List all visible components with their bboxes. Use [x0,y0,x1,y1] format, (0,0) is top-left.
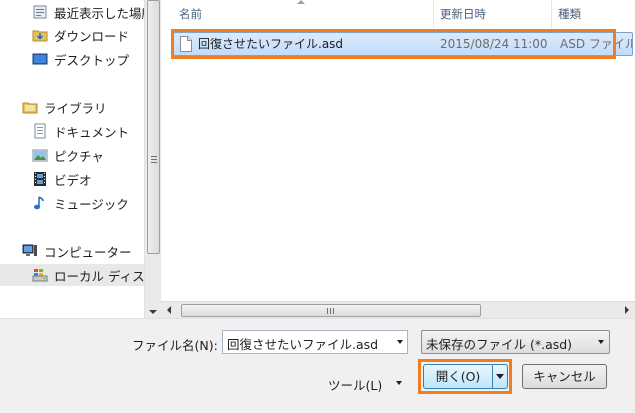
file-list: 名前 更新日時 種類 回復させたいファイル.asd 2015/08/24 11:… [161,0,635,318]
library-icon [22,99,38,115]
chevron-down-icon [496,374,504,379]
downloads-folder-icon [32,27,48,43]
open-button-label: 開く(O) [435,369,481,384]
file-row[interactable]: 回復させたいファイル.asd 2015/08/24 11:00 ASD ファイル [173,32,633,56]
scrollbar-thumb[interactable] [181,304,481,317]
filename-value: 回復させたいファイル.asd [227,337,379,352]
sidebar-item-label: ローカル ディスク [54,268,144,284]
filename-history-dropdown-icon[interactable] [397,340,403,344]
sidebar-item-label: コンピューター [44,244,132,260]
sidebar-vertical-scrollbar[interactable] [144,0,161,318]
file-name: 回復させたいファイル.asd [198,37,344,51]
column-header: 名前 更新日時 種類 [161,0,635,28]
sidebar-item-local-disk[interactable]: ローカル ディスク [0,264,144,286]
filetype-value: 未保存のファイル (*.asd) [426,337,573,352]
cancel-button-label: キャンセル [533,369,596,384]
videos-icon [32,171,48,187]
chevron-down-icon [396,381,402,385]
open-options-dropdown-button[interactable] [492,364,508,389]
sidebar-item-music[interactable]: ミュージック [0,192,144,214]
filetype-select[interactable]: 未保存のファイル (*.asd) [421,330,610,354]
local-disk-icon [32,267,48,283]
pictures-icon [32,147,48,163]
sidebar-item-recent-places[interactable]: 最近表示した場所 [0,1,144,23]
sidebar-item-label: ダウンロード [54,28,130,44]
file-list-horizontal-scrollbar[interactable] [161,301,635,318]
sidebar-item-label: ライブラリ [44,100,107,116]
sidebar-item-label: ドキュメント [54,124,130,140]
scroll-right-arrow-icon[interactable] [625,306,629,314]
filename-input[interactable]: 回復させたいファイル.asd [222,330,408,354]
scroll-left-arrow-icon[interactable] [167,306,171,314]
cancel-button[interactable]: キャンセル [522,364,607,389]
file-icon [180,36,192,55]
chevron-down-icon [598,340,604,344]
sidebar-item-desktop[interactable]: デスクトップ [0,48,144,70]
desktop-icon [32,51,48,67]
column-header-name[interactable]: 名前 [179,0,433,28]
file-type: ASD ファイル [560,37,632,51]
tools-menu-button[interactable]: ツール(L) [322,371,408,395]
file-date: 2015/08/24 11:00 [440,37,548,51]
scroll-down-arrow-icon[interactable] [149,310,157,314]
sidebar-item-computer[interactable]: コンピューター [0,240,144,262]
sidebar-item-label: ピクチャ [54,148,104,164]
tools-label: ツール(L) [328,378,383,393]
sidebar-item-pictures[interactable]: ピクチャ [0,144,144,166]
sidebar-item-label: 最近表示した場所 [54,5,144,21]
navigation-pane: 最近表示した場所 ダウンロード デスクトップ ライブラリ ドキュメント ピクチャ [0,0,144,318]
column-header-type[interactable]: 種類 [551,0,635,28]
sidebar-item-documents[interactable]: ドキュメント [0,120,144,142]
filename-label: ファイル名(N): [132,338,218,353]
sidebar-item-library[interactable]: ライブラリ [0,96,144,118]
computer-icon [22,243,38,259]
sidebar-item-label: ビデオ [54,172,92,188]
scrollbar-thumb[interactable] [147,0,160,254]
documents-icon [32,123,48,139]
dialog-footer: ファイル名(N): 回復させたいファイル.asd 未保存のファイル (*.asd… [0,318,635,413]
sidebar-item-downloads[interactable]: ダウンロード [0,24,144,46]
sidebar-item-label: ミュージック [54,196,129,212]
sidebar-item-label: デスクトップ [54,52,130,68]
music-icon [32,195,48,211]
recent-places-icon [32,4,48,20]
column-header-date[interactable]: 更新日時 [433,0,551,28]
sidebar-item-videos[interactable]: ビデオ [0,168,144,190]
open-button[interactable]: 開く(O) [423,364,493,389]
